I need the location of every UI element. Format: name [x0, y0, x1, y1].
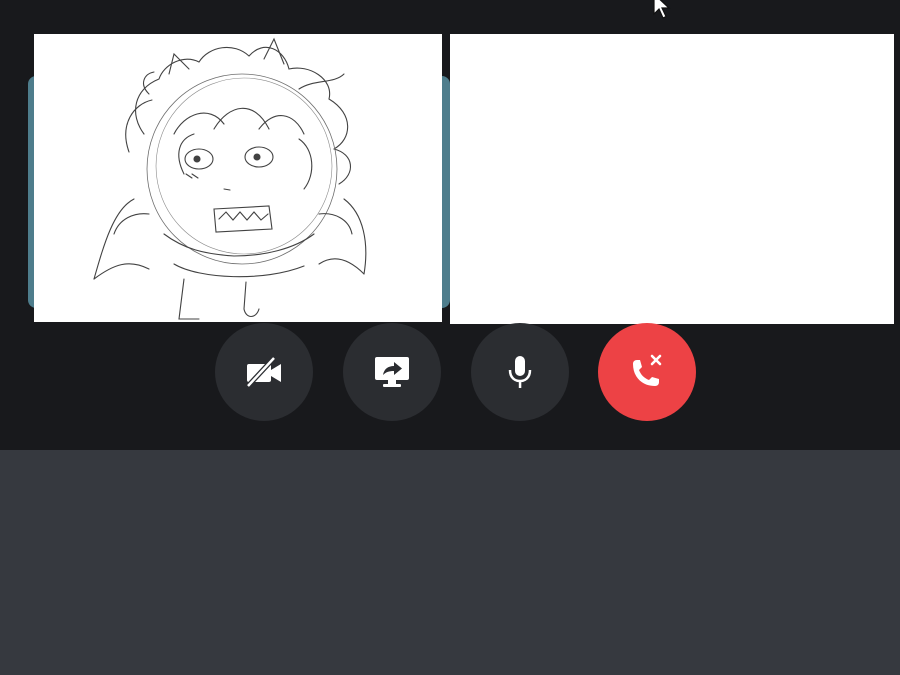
lower-panel	[0, 450, 900, 675]
toggle-microphone-button[interactable]	[471, 323, 569, 421]
video-call-area	[0, 0, 900, 450]
microphone-icon	[508, 356, 532, 388]
call-controls-bar	[0, 323, 900, 423]
participant-video-tile-2[interactable]	[450, 34, 894, 324]
phone-hangup-icon	[633, 354, 662, 386]
disconnect-call-button[interactable]	[598, 323, 696, 421]
toggle-camera-button[interactable]	[215, 323, 313, 421]
participant-video-tile-1[interactable]	[34, 34, 442, 322]
camera-off-icon	[246, 356, 281, 388]
share-screen-button[interactable]	[343, 323, 441, 421]
mouse-cursor-icon	[653, 0, 671, 19]
screen-share-icon	[375, 357, 409, 387]
sketch-drawing-stream	[93, 37, 367, 320]
